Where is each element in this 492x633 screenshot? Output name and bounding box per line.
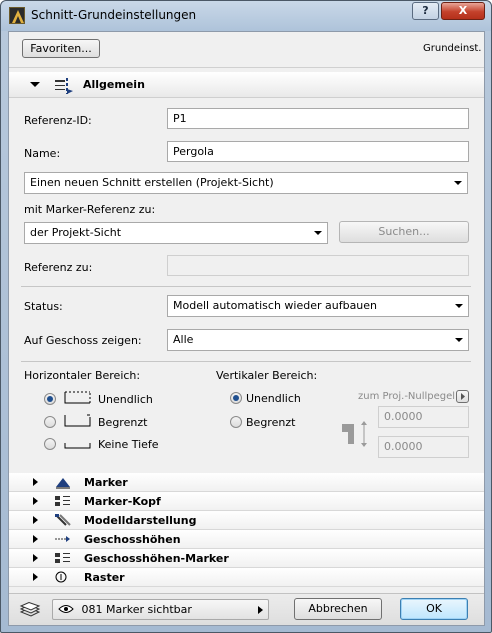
collapsed-triangle-icon[interactable] (33, 516, 38, 524)
marker-reference-label: mit Marker-Referenz zu: (24, 203, 156, 216)
layer-select[interactable]: 081 Marker sichtbar (52, 599, 269, 620)
horizontal-no-depth-icon (63, 433, 93, 454)
lower-limit-input[interactable]: 0.0000 (378, 436, 469, 458)
status-label: Status: (24, 300, 63, 313)
reference-id-label: Referenz-ID: (24, 114, 92, 127)
status-select[interactable]: Modell automatisch wieder aufbauen (167, 295, 469, 317)
collapsed-triangle-icon[interactable] (33, 497, 38, 505)
show-on-story-label: Auf Geschoss zeigen: (24, 334, 142, 347)
marker-reference-value: der Projekt-Sicht (30, 226, 122, 239)
marker-head-icon (54, 494, 72, 508)
create-mode-select[interactable]: Einen neuen Schnitt erstellen (Projekt-S… (24, 172, 468, 194)
divider (9, 67, 484, 68)
zero-level-arrow-button[interactable] (456, 390, 469, 403)
favorites-button[interactable]: Favoriten... (22, 39, 100, 58)
ok-button[interactable]: OK (400, 598, 468, 620)
layer-value: 081 Marker sichtbar (81, 603, 192, 616)
title-bar[interactable]: Schnitt-Grundeinstellungen ? X (1, 1, 491, 31)
section-marker[interactable]: Marker (9, 473, 484, 492)
vertical-infinite-label: Unendlich (246, 392, 301, 405)
status-value: Modell automatisch wieder aufbauen (173, 299, 378, 312)
section-story-levels[interactable]: Geschosshöhen (9, 530, 484, 549)
horizontal-infinite-label: Unendlich (98, 393, 153, 406)
radio-vertical-limited[interactable] (230, 416, 242, 428)
eye-visible-icon (58, 601, 74, 620)
cancel-button[interactable]: Abbrechen (294, 598, 382, 620)
section-story-level-marker[interactable]: Geschosshöhen-Marker (9, 549, 484, 568)
dialog-window: Schnitt-Grundeinstellungen ? X Favoriten… (0, 0, 492, 633)
section-title-general: Allgemein (83, 78, 145, 91)
dropdown-arrow-icon (455, 304, 463, 308)
vertical-range-icon (340, 418, 374, 453)
layer-stack-icon (19, 601, 41, 621)
section-marker-head[interactable]: Marker-Kopf (9, 492, 484, 511)
marker-triangle-icon (54, 475, 72, 489)
grid-icon (54, 570, 72, 584)
settings-mode-label: Grundeinst. (423, 43, 482, 54)
horizontal-limited-icon (63, 411, 93, 432)
dropdown-arrow-icon (454, 181, 462, 185)
reference-to-label: Referenz zu: (24, 261, 93, 274)
close-button[interactable]: X (441, 2, 485, 20)
reference-id-input[interactable]: P1 (167, 108, 469, 129)
section-cut-icon (53, 77, 75, 98)
show-on-story-value: Alle (173, 333, 194, 346)
collapsed-triangle-icon[interactable] (33, 573, 38, 581)
section-label: Raster (84, 571, 125, 584)
section-label: Marker (84, 476, 128, 489)
archicad-app-icon (9, 7, 25, 24)
zero-level-label: zum Proj.-Nullpegel (358, 391, 456, 402)
marker-reference-select[interactable]: der Projekt-Sicht (24, 222, 328, 244)
radio-horizontal-limited[interactable] (44, 416, 56, 428)
vertical-limited-label: Begrenzt (246, 416, 296, 429)
radio-vertical-infinite[interactable] (230, 392, 242, 404)
section-model-display[interactable]: Modelldarstellung (9, 511, 484, 530)
reference-to-input[interactable] (167, 255, 469, 276)
divider (21, 286, 471, 287)
vertical-range-label: Vertikaler Bereich: (216, 369, 318, 382)
name-label: Name: (24, 147, 61, 160)
dialog-footer: 081 Marker sichtbar Abbrechen OK (9, 593, 484, 625)
model-display-icon (54, 513, 72, 527)
section-label: Geschosshöhen (84, 533, 181, 546)
dropdown-arrow-icon (455, 338, 463, 342)
radio-horizontal-infinite[interactable] (44, 393, 56, 405)
section-grid[interactable]: Raster (9, 568, 484, 587)
collapsed-triangle-icon[interactable] (33, 478, 38, 486)
story-level-marker-icon (54, 551, 72, 565)
search-button[interactable]: Suchen... (339, 221, 469, 243)
horizontal-range-label: Horizontaler Bereich: (24, 369, 141, 382)
divider (21, 361, 471, 362)
chevron-right-icon (258, 606, 263, 614)
expanded-triangle-icon[interactable] (30, 82, 40, 87)
section-label: Modelldarstellung (84, 514, 197, 527)
create-mode-value: Einen neuen Schnitt erstellen (Projekt-S… (30, 176, 274, 189)
chevron-right-icon (461, 393, 465, 400)
horizontal-infinite-icon (63, 388, 93, 409)
collapsed-triangle-icon[interactable] (33, 554, 38, 562)
section-label: Marker-Kopf (84, 495, 161, 508)
horizontal-limited-label: Begrenzt (98, 416, 148, 429)
collapsed-triangle-icon[interactable] (33, 535, 38, 543)
dialog-client-area: Favoriten... Grundeinst. Allgemein Refer… (8, 31, 485, 626)
upper-limit-input[interactable]: 0.0000 (378, 406, 469, 428)
radio-horizontal-no-depth[interactable] (44, 438, 56, 450)
window-title: Schnitt-Grundeinstellungen (31, 8, 197, 22)
section-header-general[interactable]: Allgemein (9, 72, 484, 98)
horizontal-no-depth-label: Keine Tiefe (98, 438, 159, 451)
help-button[interactable]: ? (412, 2, 439, 20)
section-label: Geschosshöhen-Marker (84, 552, 229, 565)
show-on-story-select[interactable]: Alle (167, 329, 469, 351)
dropdown-arrow-icon (314, 231, 322, 235)
story-levels-icon (54, 532, 72, 546)
name-input[interactable]: Pergola (167, 141, 469, 162)
